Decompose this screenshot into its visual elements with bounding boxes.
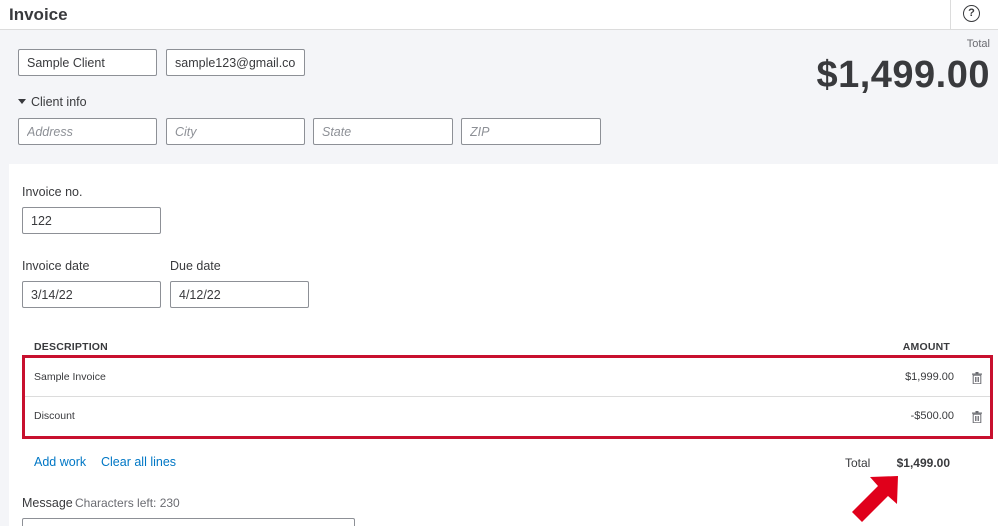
invoice-number-input[interactable]: [22, 207, 161, 234]
trash-icon[interactable]: [972, 372, 982, 384]
state-input[interactable]: [313, 118, 453, 145]
header-total-label: Total: [966, 38, 990, 50]
header-total-amount: $1,499.00: [816, 54, 990, 96]
client-email-input[interactable]: [166, 49, 305, 76]
line-item-row[interactable]: Discount -$500.00: [25, 397, 990, 436]
characters-left-hint: Characters left: 230: [75, 496, 180, 510]
help-button[interactable]: ?: [950, 0, 998, 30]
message-textarea[interactable]: [22, 518, 355, 526]
invoice-body: Invoice no. Invoice date Due date DESCRI…: [9, 164, 998, 526]
clear-all-lines-link[interactable]: Clear all lines: [101, 455, 176, 469]
invoice-date-input[interactable]: [22, 281, 161, 308]
line-item-row[interactable]: Sample Invoice $1,999.00: [25, 358, 990, 397]
lines-total-value: $1,499.00: [896, 456, 950, 470]
description-header: DESCRIPTION: [34, 341, 108, 353]
line-items-highlight: Sample Invoice $1,999.00 Discount -$500.…: [22, 355, 993, 439]
line-item-amount[interactable]: $1,999.00: [905, 371, 954, 383]
invoice-date-label: Invoice date: [22, 259, 90, 273]
line-item-description[interactable]: Sample Invoice: [34, 371, 106, 383]
client-info-label: Client info: [31, 95, 87, 109]
lines-total-label: Total: [845, 456, 871, 470]
add-work-link[interactable]: Add work: [34, 455, 86, 469]
invoice-header: Client info Total $1,499.00: [0, 30, 998, 164]
message-label: Message: [22, 496, 73, 510]
due-date-input[interactable]: [170, 281, 309, 308]
invoice-number-label: Invoice no.: [22, 185, 83, 199]
client-info-toggle[interactable]: Client info: [18, 95, 87, 109]
line-item-amount[interactable]: -$500.00: [911, 410, 954, 422]
zip-input[interactable]: [461, 118, 601, 145]
due-date-label: Due date: [170, 259, 221, 273]
annotation-arrow-icon: [852, 476, 898, 522]
title-bar: Invoice ?: [0, 0, 998, 30]
caret-down-icon: [18, 99, 26, 105]
address-input[interactable]: [18, 118, 157, 145]
line-item-description[interactable]: Discount: [34, 410, 75, 422]
page-title: Invoice: [9, 5, 68, 24]
question-circle-icon[interactable]: ?: [963, 5, 980, 22]
amount-header: AMOUNT: [902, 341, 950, 353]
city-input[interactable]: [166, 118, 305, 145]
client-name-input[interactable]: [18, 49, 157, 76]
trash-icon[interactable]: [972, 411, 982, 423]
